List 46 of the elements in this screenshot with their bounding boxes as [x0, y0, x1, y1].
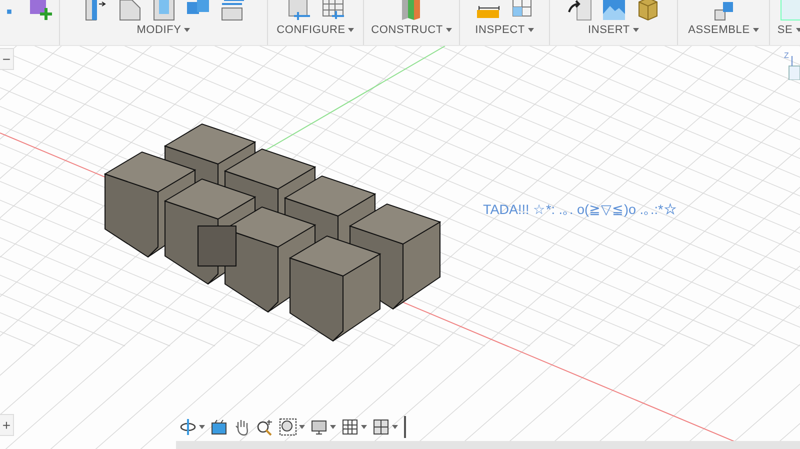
split-body-icon[interactable]: [218, 0, 244, 22]
parameter-table-icon[interactable]: [286, 0, 312, 22]
monitor-icon: [310, 418, 328, 436]
image-icon[interactable]: [600, 0, 626, 22]
caret-icon: [361, 425, 367, 429]
collapse-button[interactable]: −: [0, 48, 14, 70]
toolbar-group-menu[interactable]: CONFIGURE: [274, 24, 356, 36]
configuration-table-icon[interactable]: [320, 0, 346, 22]
zoom-button[interactable]: [255, 417, 275, 437]
toolbar-group-menu[interactable]: CONSTRUCT: [369, 24, 454, 36]
zoom-icon: [256, 418, 274, 436]
fit-button[interactable]: [278, 417, 306, 437]
viewports-icon: [372, 418, 390, 436]
caret-icon: [752, 28, 759, 32]
zoom-window-icon: [279, 418, 297, 436]
toolbar-group-menu[interactable]: ASSEMBLE: [686, 24, 761, 36]
fillet-icon[interactable]: [116, 0, 142, 22]
new-component-icon[interactable]: [28, 0, 54, 22]
annotation-text: TADA!!! ☆*: .｡. o(≧▽≦)o .｡.:*☆: [483, 201, 678, 217]
look-at-button[interactable]: [209, 417, 229, 437]
expand-button[interactable]: +: [0, 414, 14, 436]
grid-settings-button[interactable]: [340, 417, 368, 437]
caret-icon: [446, 28, 452, 32]
press-pull-icon[interactable]: [82, 0, 108, 22]
caret-icon: [796, 28, 800, 32]
toolbar-group-menu[interactable]: INSPECT: [473, 24, 536, 36]
shell-icon[interactable]: [150, 0, 176, 22]
caret-icon: [528, 28, 534, 32]
toolbar-group-menu[interactable]: MODIFY: [134, 24, 192, 36]
caret-icon: [392, 425, 398, 429]
grid-icon: [341, 418, 359, 436]
caret-icon: [330, 425, 336, 429]
viewports-button[interactable]: [371, 417, 399, 437]
caret-icon: [632, 28, 639, 32]
hand-icon: [233, 418, 251, 436]
orbit-button[interactable]: [178, 417, 206, 437]
toolbar-group-menu[interactable]: INSERT: [586, 24, 641, 36]
axis-label: Z: [784, 51, 789, 60]
insert-arrow-icon[interactable]: [566, 0, 592, 22]
caret-icon: [184, 28, 190, 32]
caret-icon: [348, 28, 354, 32]
caret-icon: [299, 425, 305, 429]
monitor-icon: [210, 418, 228, 436]
caret-icon: [199, 425, 205, 429]
orbit-icon: [179, 418, 197, 436]
toolbar-group-menu[interactable]: SE: [775, 24, 800, 36]
